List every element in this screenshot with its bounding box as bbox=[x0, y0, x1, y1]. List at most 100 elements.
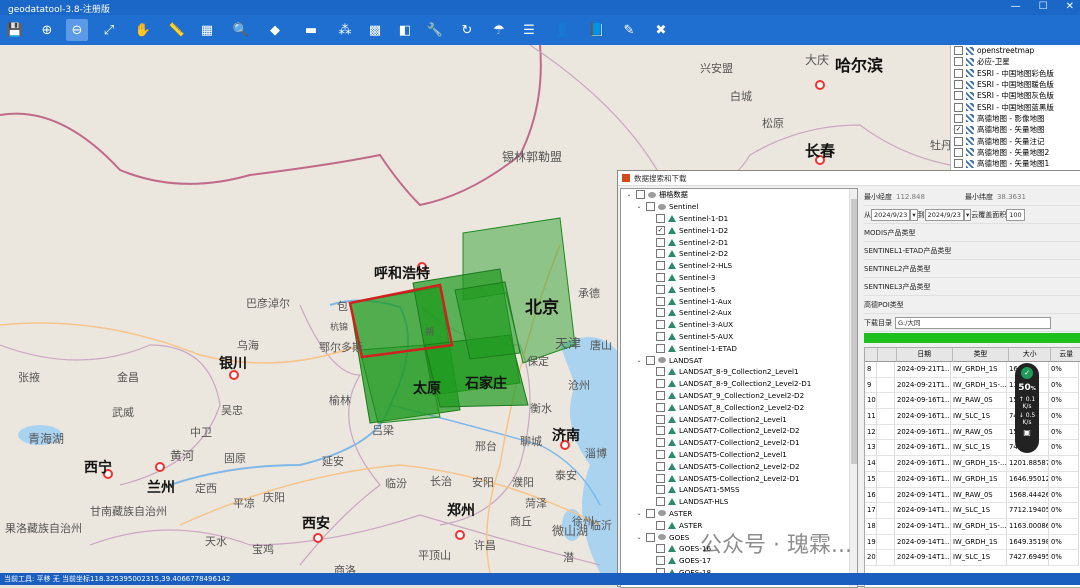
table-row[interactable]: 102024-09-16T1...IW_RAW_0S1556...0% bbox=[865, 393, 1080, 410]
tree-group[interactable]: ⌄ LANDSAT bbox=[621, 354, 857, 366]
search-icon[interactable]: 🔍 bbox=[230, 19, 252, 41]
table-row[interactable]: 20 2024-09-14T1...IW_SLC_1S7427.694954(..… bbox=[865, 550, 1080, 566]
tree-checkbox[interactable] bbox=[656, 261, 665, 271]
tree-checkbox[interactable] bbox=[656, 331, 665, 341]
tree-checkbox[interactable] bbox=[656, 461, 665, 471]
grid-icon[interactable]: ▩ bbox=[364, 19, 386, 41]
layer-item[interactable]: ESRI - 中国地图彩色版 bbox=[951, 68, 1080, 79]
locate-icon[interactable]: ◆ bbox=[264, 19, 286, 41]
tree-checkbox[interactable] bbox=[636, 190, 645, 200]
satellite-icon[interactable]: ☂ bbox=[488, 19, 510, 41]
tree-item[interactable]: Sentinel-1-ETAD bbox=[621, 342, 857, 354]
tree-item[interactable]: Sentinel-3-AUX bbox=[621, 319, 857, 331]
layer-checkbox[interactable] bbox=[954, 57, 963, 67]
column-header[interactable]: 云量 bbox=[1051, 348, 1080, 362]
tree-checkbox[interactable] bbox=[656, 249, 665, 259]
layer-item[interactable]: 必应-卫星 bbox=[951, 56, 1080, 67]
table-row[interactable]: 18 2024-09-14T1... IW_GRDH_1S-... 1163.0008… bbox=[865, 518, 1080, 535]
layer-item[interactable]: ESRI - 中国地图暖色版 bbox=[951, 79, 1080, 90]
tree-group[interactable]: ⌄ 栅格数据 bbox=[621, 189, 857, 201]
tree-checkbox[interactable] bbox=[646, 355, 655, 365]
tools-icon[interactable]: 🔧 bbox=[424, 19, 446, 41]
tree-checkbox[interactable] bbox=[656, 556, 665, 566]
tree-item[interactable]: LANDSAT_9_Collection2_Level2-D2 bbox=[621, 390, 857, 402]
layer-item[interactable]: 高德地图 - 影像地图 bbox=[951, 113, 1080, 124]
edit-icon[interactable]: ✎ bbox=[618, 19, 640, 41]
tree-checkbox[interactable] bbox=[656, 426, 665, 436]
tree-item[interactable]: Sentinel-1-Aux bbox=[621, 295, 857, 307]
expand-toggle-icon[interactable]: ⌄ bbox=[635, 510, 643, 517]
tree-item[interactable]: Sentinel-5 bbox=[621, 283, 857, 295]
layer-checkbox[interactable] bbox=[954, 46, 963, 56]
draw-rect-icon[interactable]: ▬ bbox=[300, 19, 322, 41]
layer-item[interactable]: ✓ 高德地图 - 矢量地图 bbox=[951, 124, 1080, 135]
tree-item[interactable]: Sentinel-2-Aux bbox=[621, 307, 857, 319]
tree-scrollbar-thumb[interactable] bbox=[851, 199, 857, 464]
min-lat-value[interactable]: 38.3631 bbox=[997, 193, 1026, 201]
maximize-button[interactable]: ☐ bbox=[1039, 1, 1048, 12]
tree-item[interactable]: LANDSAT7-Collection2_Level1 bbox=[621, 413, 857, 425]
tree-item[interactable]: LANDSAT5-Collection2_Level2-D2 bbox=[621, 460, 857, 472]
tree-checkbox[interactable] bbox=[646, 508, 655, 518]
tree-item[interactable]: Sentinel-2-HLS bbox=[621, 260, 857, 272]
expand-toggle-icon[interactable]: ⌄ bbox=[635, 203, 643, 210]
cloud-cover-input[interactable]: 100 bbox=[1006, 208, 1025, 221]
min-lon-value[interactable]: 112.848 bbox=[896, 193, 925, 201]
table-row[interactable]: 15 2024-09-16T1...IW_GRDH_1S1646.950122(.… bbox=[865, 471, 1080, 488]
tree-item[interactable]: Sentinel-2-D1 bbox=[621, 236, 857, 248]
table-row[interactable]: 19 2024-09-14T1...IW_GRDH_1S1649.351980(.… bbox=[865, 534, 1080, 551]
tree-checkbox[interactable] bbox=[646, 202, 655, 212]
from-date-picker-button[interactable]: ▾ bbox=[910, 208, 918, 221]
tree-checkbox[interactable] bbox=[656, 449, 665, 459]
to-date-input[interactable]: 2024/9/23 bbox=[924, 208, 964, 221]
table-row[interactable]: 122024-09-16T1...IW_RAW_0S1556...0% bbox=[865, 424, 1080, 441]
layer-item[interactable]: ESRI - 中国地图蓝黑版 bbox=[951, 101, 1080, 112]
tree-checkbox[interactable] bbox=[646, 532, 655, 542]
tree-item[interactable]: LANDSAT7-Collection2_Level2-D2 bbox=[621, 425, 857, 437]
tree-item[interactable]: LANDSAT_8-9_Collection2_Level2-D1 bbox=[621, 378, 857, 390]
book-icon[interactable]: 📘 bbox=[586, 19, 608, 41]
layer-checkbox[interactable] bbox=[954, 68, 963, 78]
tree-checkbox[interactable] bbox=[656, 296, 665, 306]
layer-checkbox[interactable] bbox=[954, 102, 963, 112]
layer-checkbox[interactable] bbox=[954, 147, 963, 157]
layer-checkbox[interactable] bbox=[954, 113, 963, 123]
tree-item[interactable]: LANDSAT7-Collection2_Level2-D1 bbox=[621, 437, 857, 449]
tree-checkbox[interactable] bbox=[656, 520, 665, 530]
table-row[interactable]: 14 2024-09-16T1... IW_GRDH_1S-... 1201.8858… bbox=[865, 456, 1080, 472]
layer-checkbox[interactable] bbox=[954, 80, 963, 90]
tree-item[interactable]: LANDSAT_8_Collection2_Level2-D2 bbox=[621, 401, 857, 413]
layer-item[interactable]: 高德地图 - 矢量地图2 bbox=[951, 147, 1080, 158]
column-header[interactable]: 大小 bbox=[1009, 348, 1052, 362]
from-date-input[interactable]: 2024/9/23 bbox=[871, 208, 911, 221]
select-icon[interactable]: ⁂ bbox=[334, 19, 356, 41]
layer-checkbox[interactable] bbox=[954, 159, 963, 169]
table-row[interactable]: 82024-09-21T1...IW_GRDH_1S1646...0% bbox=[865, 362, 1080, 378]
exit-icon[interactable]: ✖ bbox=[650, 19, 672, 41]
tree-item[interactable]: LANDSAT5-Collection2_Level1 bbox=[621, 449, 857, 461]
layer-checkbox[interactable] bbox=[954, 91, 963, 101]
full-extent-icon[interactable]: ⤢ bbox=[98, 19, 120, 41]
refresh-icon[interactable]: ↻ bbox=[456, 19, 478, 41]
expand-toggle-icon[interactable]: ⌄ bbox=[625, 191, 633, 198]
layer-item[interactable]: openstreetmap bbox=[951, 45, 1080, 56]
table-row[interactable]: 132024-09-16T1...IW_SLC_1S7409...0% bbox=[865, 440, 1080, 457]
column-header[interactable]: 类型 bbox=[952, 348, 1010, 362]
tree-item[interactable]: LANDSAT1-5MSS bbox=[621, 484, 857, 496]
network-speed-widget[interactable]: ✓ 50% ↑ 0.1 K/s ↓ 0.5 K/s ▣ bbox=[1015, 363, 1039, 453]
column-header[interactable] bbox=[877, 348, 897, 362]
tree-group[interactable]: ⌄ Sentinel bbox=[621, 201, 857, 213]
tree-checkbox[interactable] bbox=[656, 213, 665, 223]
tree-item[interactable]: ✓ Sentinel-1-D2 bbox=[621, 224, 857, 236]
tree-checkbox[interactable] bbox=[656, 237, 665, 247]
tree-checkbox[interactable] bbox=[656, 272, 665, 282]
zoom-out-icon[interactable]: ⊖ bbox=[66, 19, 88, 41]
clear-icon[interactable]: ◧ bbox=[394, 19, 416, 41]
tree-checkbox[interactable] bbox=[656, 473, 665, 483]
to-date-picker-button[interactable]: ▾ bbox=[963, 208, 972, 221]
tree-checkbox[interactable]: ✓ bbox=[656, 225, 665, 235]
download-dir-input[interactable]: G:/大同 bbox=[895, 316, 1051, 329]
layer-item[interactable]: 高德地图 - 矢量地图1 bbox=[951, 158, 1080, 169]
layer-checkbox[interactable] bbox=[954, 136, 963, 146]
pan-hand-icon[interactable]: ✋ bbox=[132, 19, 154, 41]
